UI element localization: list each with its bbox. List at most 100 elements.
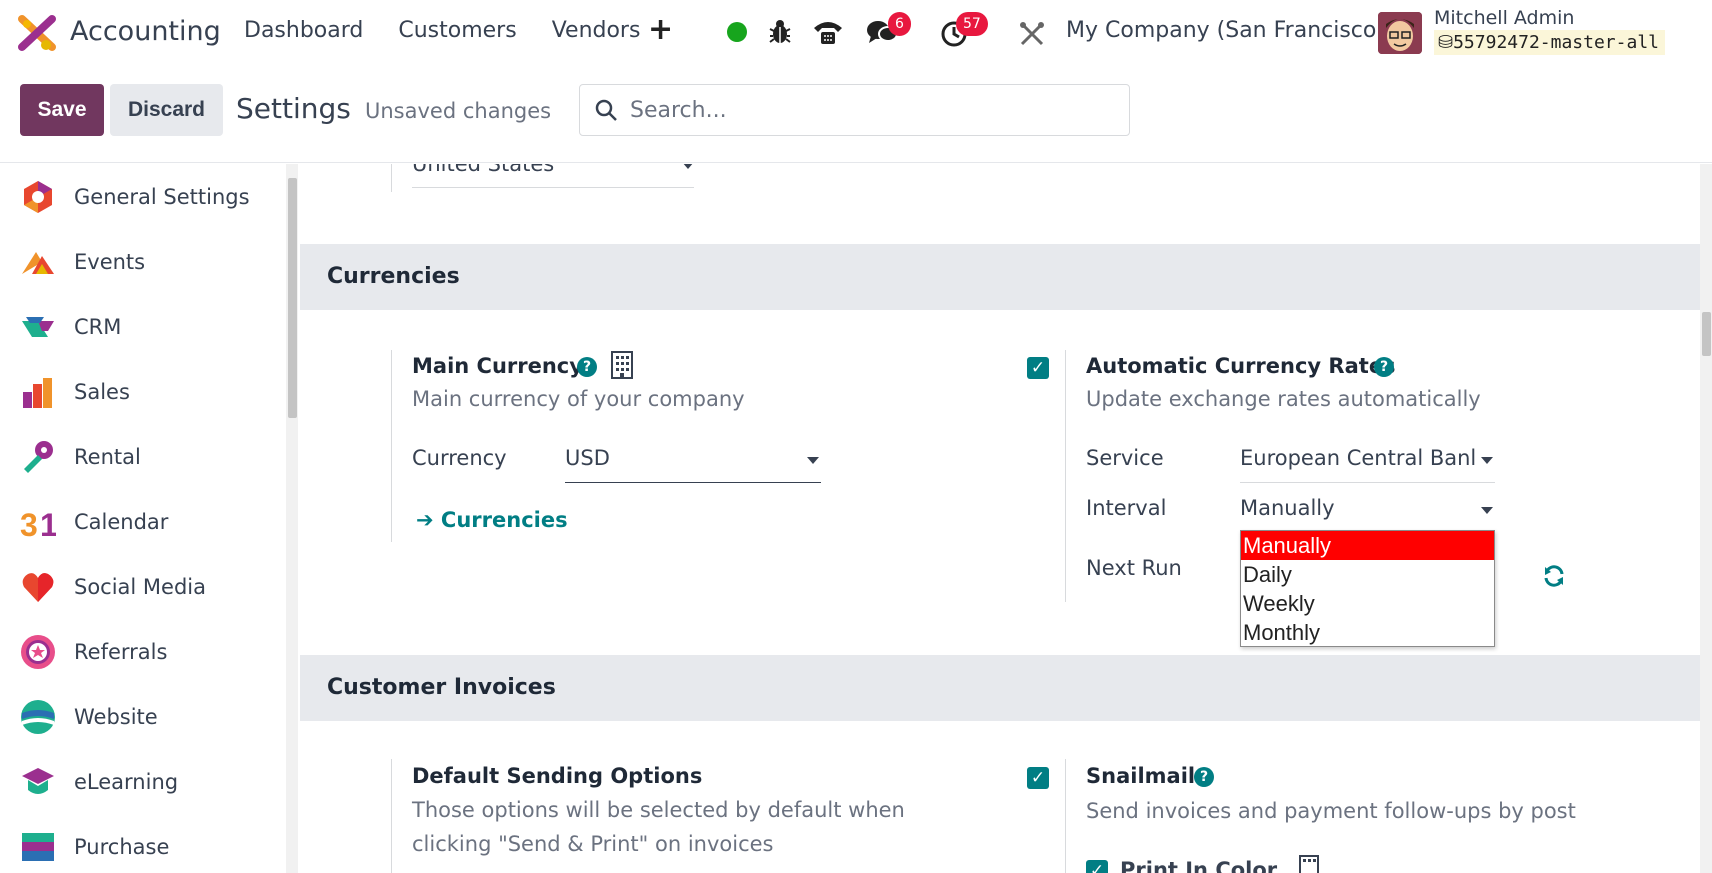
- discard-button[interactable]: Discard: [110, 84, 223, 136]
- sidebar-item-social-media[interactable]: Social Media: [0, 562, 280, 612]
- company-switcher[interactable]: My Company (San Francisco): [1066, 18, 1385, 43]
- content-scrollbar-thumb[interactable]: [1702, 312, 1711, 356]
- settings-content: United States Currencies Main Currency ?…: [300, 164, 1700, 873]
- plus-icon[interactable]: +: [648, 12, 673, 47]
- save-button[interactable]: Save: [20, 84, 104, 136]
- app-name[interactable]: Accounting: [70, 16, 221, 47]
- main-currency-title: Main Currency: [412, 354, 583, 378]
- menu-customers[interactable]: Customers: [398, 18, 516, 43]
- user-avatar[interactable]: [1378, 12, 1422, 54]
- search-input[interactable]: [630, 97, 1110, 123]
- default-sending-description-line-2: clicking "Send & Print" on invoices: [412, 832, 774, 856]
- elearning-icon: [22, 768, 54, 794]
- interval-option-daily[interactable]: Daily: [1241, 560, 1494, 589]
- content-scrollbar[interactable]: [1700, 164, 1712, 873]
- customer-invoices-section-header: Customer Invoices: [300, 655, 1700, 721]
- menu-dashboard[interactable]: Dashboard: [244, 18, 363, 43]
- main-currency-description: Main currency of your company: [412, 387, 745, 411]
- sidebar-item-general-settings[interactable]: General Settings: [0, 172, 280, 222]
- interval-option-manually[interactable]: Manually: [1241, 531, 1494, 560]
- activity-count-badge: 57: [956, 12, 988, 36]
- rental-icon: [24, 441, 53, 473]
- next-run-label: Next Run: [1086, 556, 1182, 580]
- currencies-link[interactable]: ➔ Currencies: [416, 508, 568, 532]
- website-icon: [21, 700, 55, 734]
- chevron-down-icon: [807, 457, 819, 464]
- print-in-color-label: Print In Color: [1120, 858, 1278, 873]
- auto-rates-checkbox[interactable]: ✓: [1027, 357, 1049, 379]
- divider: [391, 759, 392, 873]
- currency-select[interactable]: USD: [565, 446, 821, 483]
- currency-label: Currency: [412, 446, 507, 470]
- print-in-color-checkbox[interactable]: ✓: [1086, 860, 1108, 873]
- presence-status-icon[interactable]: [727, 22, 747, 42]
- svg-text:3: 3: [20, 507, 38, 540]
- help-icon[interactable]: ?: [577, 357, 597, 377]
- svg-text:1: 1: [40, 507, 56, 540]
- menu-vendors[interactable]: Vendors: [552, 18, 641, 43]
- phone-icon[interactable]: [812, 18, 844, 46]
- database-icon: ⛁: [1438, 32, 1454, 53]
- sidebar-item-crm[interactable]: CRM: [0, 302, 280, 352]
- sidebar-scrollbar-thumb[interactable]: [288, 178, 297, 418]
- divider: [391, 350, 392, 542]
- search-box[interactable]: [579, 84, 1130, 136]
- country-select[interactable]: United States: [412, 164, 694, 188]
- company-building-icon: [1299, 855, 1319, 873]
- snailmail-title: Snailmail: [1086, 764, 1196, 788]
- service-label: Service: [1086, 446, 1164, 470]
- chat-count-badge: 6: [888, 12, 911, 36]
- sidebar-item-sales[interactable]: Sales: [0, 367, 280, 417]
- social-media-icon: [22, 573, 54, 602]
- sales-icon: [23, 378, 52, 408]
- search-icon: [595, 99, 617, 121]
- snailmail-description: Send invoices and payment follow-ups by …: [1086, 799, 1576, 823]
- tools-icon[interactable]: [1018, 20, 1046, 48]
- divider: [1065, 759, 1066, 873]
- help-icon[interactable]: ?: [1194, 767, 1214, 787]
- settings-sidebar: General Settings Events CRM Sales Rental…: [0, 164, 298, 873]
- sidebar-item-elearning[interactable]: eLearning: [0, 757, 280, 807]
- help-icon[interactable]: ?: [1374, 357, 1394, 377]
- sidebar-item-purchase[interactable]: Purchase: [0, 822, 280, 872]
- currencies-section-header: Currencies: [300, 244, 1700, 310]
- sidebar-item-rental[interactable]: Rental: [0, 432, 280, 482]
- user-name[interactable]: Mitchell Admin: [1434, 7, 1574, 29]
- purchase-icon: [22, 833, 54, 861]
- company-building-icon: [611, 351, 633, 379]
- control-panel: Save Discard Settings Unsaved changes: [0, 68, 1712, 163]
- arrow-right-icon: ➔: [416, 508, 434, 532]
- interval-select[interactable]: Manually: [1240, 496, 1495, 530]
- auto-rates-description: Update exchange rates automatically: [1086, 387, 1481, 411]
- default-sending-title: Default Sending Options: [412, 764, 703, 788]
- sidebar-item-events[interactable]: Events: [0, 237, 280, 287]
- interval-option-weekly[interactable]: Weekly: [1241, 589, 1494, 618]
- interval-dropdown-list: Manually Daily Weekly Monthly: [1240, 530, 1495, 647]
- main-menu: Dashboard Customers Vendors: [244, 18, 675, 43]
- sidebar-item-calendar[interactable]: 3 1 Calendar: [0, 497, 280, 547]
- sidebar-item-website[interactable]: Website: [0, 692, 280, 742]
- snailmail-checkbox[interactable]: ✓: [1027, 767, 1049, 789]
- database-name: ⛁55792472-master-all: [1434, 30, 1665, 55]
- unsaved-status: Unsaved changes: [365, 99, 552, 123]
- chevron-down-icon: [682, 164, 694, 169]
- auto-rates-title: Automatic Currency Rates: [1086, 354, 1396, 378]
- breadcrumb: Settings: [236, 92, 351, 125]
- chevron-down-icon: [1481, 457, 1493, 464]
- divider: [391, 164, 392, 192]
- crm-icon: [22, 317, 54, 337]
- chevron-down-icon: [1481, 507, 1493, 514]
- events-icon: [22, 252, 54, 274]
- divider: [1065, 350, 1066, 602]
- top-navbar: Accounting Dashboard Customers Vendors +…: [0, 0, 1712, 68]
- bug-icon[interactable]: [768, 19, 792, 45]
- referrals-icon: [21, 635, 55, 669]
- accounting-logo-icon[interactable]: [18, 15, 56, 51]
- general-settings-icon: [24, 181, 52, 213]
- default-sending-description-line-1: Those options will be selected by defaul…: [412, 798, 905, 822]
- interval-option-monthly[interactable]: Monthly: [1241, 618, 1494, 647]
- interval-label: Interval: [1086, 496, 1167, 520]
- service-select[interactable]: European Central Banl: [1240, 446, 1495, 483]
- refresh-icon[interactable]: [1542, 564, 1566, 588]
- sidebar-item-referrals[interactable]: Referrals: [0, 627, 280, 677]
